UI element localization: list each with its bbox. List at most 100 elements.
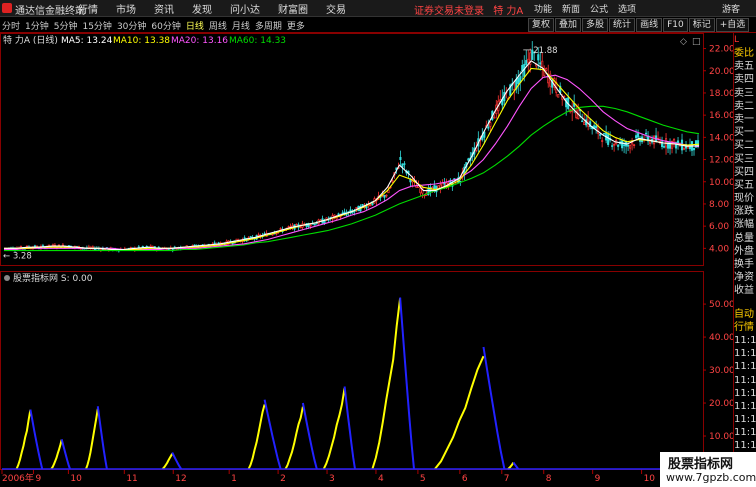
ind-ytick-label-1: 20.00 xyxy=(709,399,733,409)
candle-body xyxy=(613,144,616,146)
candle-body xyxy=(587,117,590,127)
menu-functions[interactable]: 功能 xyxy=(534,2,552,15)
candle-body xyxy=(539,62,542,65)
tick-label-9: 11:1 xyxy=(734,427,756,439)
panel-label-9: 买四 xyxy=(734,166,754,178)
panel-label-18: 收益 xyxy=(734,285,754,297)
app-logo-icon xyxy=(2,3,12,13)
panel-label-10: 买五 xyxy=(734,179,754,191)
candle-body xyxy=(527,58,530,63)
indicator-fall-0 xyxy=(29,409,44,470)
tick-label-4: 11:1 xyxy=(734,361,756,373)
tool-button-2[interactable]: 多股 xyxy=(582,18,609,32)
tool-button-1[interactable]: 叠加 xyxy=(555,18,582,32)
candle-body xyxy=(249,236,252,238)
xtick-label-1: 9 xyxy=(35,474,41,484)
period-tab-5[interactable]: 60分钟 xyxy=(151,19,180,32)
candle-body xyxy=(601,140,604,142)
menu-wealth[interactable]: 财富圈 xyxy=(278,1,308,16)
quote-side-panel: L 委比 卖五 卖四 卖三 卖二 卖一 买一 买二 买三 买四 买五 现价 涨跌 涨幅 总量 外盘 换手 净资 收益… xyxy=(733,33,756,487)
tick-label-8: 11:1 xyxy=(734,414,756,426)
xtick-label-10: 6 xyxy=(462,474,468,484)
indicator-rise-2 xyxy=(85,408,99,470)
panel-label-14: 总量 xyxy=(734,232,754,244)
period-tab-2[interactable]: 5分钟 xyxy=(54,19,78,32)
login-status[interactable]: 证券交易未登录 特 力A xyxy=(414,2,523,17)
tick-label-6: 11:1 xyxy=(734,387,756,399)
main-ytick-label-4: 12.00 xyxy=(709,156,733,166)
panel-label-12: 涨跌 xyxy=(734,206,754,218)
watermark-url: www.7gpzb.com xyxy=(666,471,756,484)
main-menu: 行情 市场 资讯 发现 问小达 财富圈 交易 xyxy=(78,1,364,16)
candle-body xyxy=(299,226,302,229)
candle-body xyxy=(323,220,326,223)
indicator-panel-frame xyxy=(0,271,704,470)
menu-quotes[interactable]: 行情 xyxy=(78,1,98,16)
xtick-label-11: 7 xyxy=(504,474,510,484)
candle-body xyxy=(279,228,282,230)
tick-label-0: 自动 xyxy=(734,308,754,320)
candle-body xyxy=(369,204,372,207)
guest-label[interactable]: 游客 xyxy=(722,2,740,15)
right-menu: 功能 新面 公式 选项 xyxy=(534,2,646,15)
period-tab-6[interactable]: 日线 xyxy=(186,19,204,32)
tool-button-0[interactable]: 复权 xyxy=(528,18,555,32)
menu-news[interactable]: 资讯 xyxy=(154,1,174,16)
period-tab-0[interactable]: 分时 xyxy=(2,19,20,32)
indicator-fall-4 xyxy=(263,399,282,470)
indicator-fall-9 xyxy=(512,461,520,470)
candle-body xyxy=(611,145,614,147)
candle-body xyxy=(581,120,584,123)
period-tab-8[interactable]: 月线 xyxy=(232,19,250,32)
period-tab-1[interactable]: 1分钟 xyxy=(25,19,49,32)
panel-label-15: 外盘 xyxy=(734,245,754,257)
indicator-fall-2 xyxy=(96,406,108,470)
candle-body xyxy=(623,144,626,147)
candle-body xyxy=(631,141,634,145)
candle-body xyxy=(571,110,574,113)
period-tab-10[interactable]: 更多 xyxy=(287,19,305,32)
indicator-fall-3 xyxy=(171,452,183,470)
period-tab-3[interactable]: 15分钟 xyxy=(82,19,111,32)
candle-body xyxy=(686,146,690,149)
candle-body xyxy=(525,60,528,65)
menu-ask[interactable]: 问小达 xyxy=(230,1,260,16)
menu-new-page[interactable]: 新面 xyxy=(562,2,580,15)
menu-market[interactable]: 市场 xyxy=(116,1,136,16)
period-tab-7[interactable]: 周线 xyxy=(209,19,227,32)
tick-label-5: 11:1 xyxy=(734,374,756,386)
period-tab-9[interactable]: 多周期 xyxy=(255,19,282,32)
indicator-fall-1 xyxy=(60,439,71,470)
ma5-line xyxy=(4,60,700,251)
candle-body xyxy=(521,65,524,72)
stock-name: 特 力A xyxy=(493,6,524,17)
tool-button-4[interactable]: 画线 xyxy=(636,18,663,32)
period-tab-4[interactable]: 30分钟 xyxy=(117,19,146,32)
main-ytick-label-2: 8.00 xyxy=(709,200,729,210)
tool-button-7[interactable]: +自选 xyxy=(715,18,750,32)
main-ytick-label-8: 20.00 xyxy=(709,67,733,77)
panel-label-17: 净资 xyxy=(734,272,754,284)
panel-label-0: 委比 xyxy=(734,48,754,59)
candle-body xyxy=(607,134,610,145)
legend-ma60: MA60: 14.33 xyxy=(229,36,286,46)
xtick-label-0: 2006年 xyxy=(2,472,34,484)
menu-formula[interactable]: 公式 xyxy=(590,2,608,15)
indicator-fall-5 xyxy=(301,402,318,470)
menu-trade[interactable]: 交易 xyxy=(326,1,346,16)
watermark-title: 股票指标网 xyxy=(668,457,734,472)
indicator-rise-4 xyxy=(247,404,266,470)
tool-button-5[interactable]: F10 xyxy=(663,18,688,32)
chart-area[interactable]: 4.00 6.00 8.00 10.00 12.00 14.00 16.00 18.00 20.… xyxy=(0,33,733,487)
candle-body xyxy=(692,147,696,151)
candle-body xyxy=(313,223,316,226)
menu-discover[interactable]: 发现 xyxy=(192,1,212,16)
title-bar: 通达信金融终端 行情 市场 资讯 发现 问小达 财富圈 交易 证券交易未登录 特… xyxy=(0,0,756,17)
candle-body xyxy=(383,194,386,198)
candle-body xyxy=(557,94,560,98)
panel-label-7: 买二 xyxy=(734,140,754,152)
tick-label-1: 行情 xyxy=(734,321,754,333)
tool-button-6[interactable]: 标记 xyxy=(688,18,715,32)
tool-button-3[interactable]: 统计 xyxy=(609,18,636,32)
menu-options[interactable]: 选项 xyxy=(618,2,636,15)
